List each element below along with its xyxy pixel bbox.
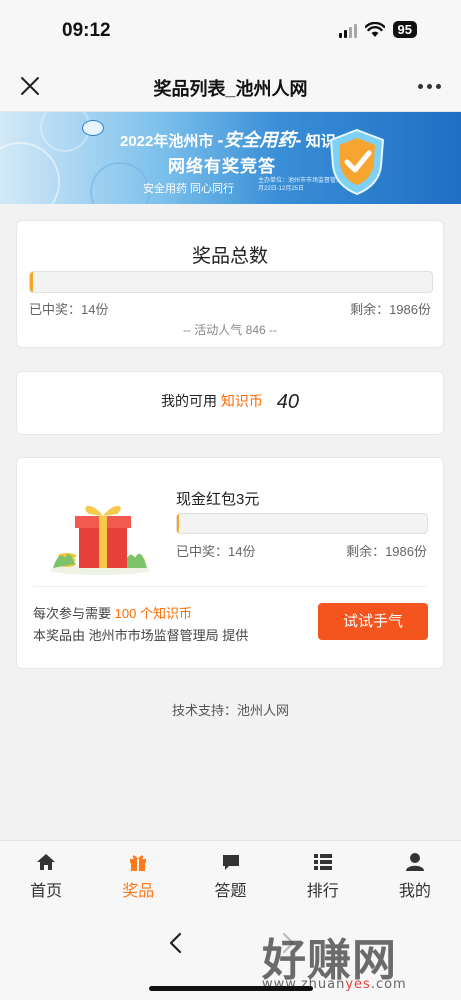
banner-subheadline: 网络有奖竞答 (168, 157, 276, 176)
browser-toolbar: 好赚网 www.zhuanyes.com (0, 910, 461, 1000)
promo-banner[interactable]: 2022年池州市 -安全用药- 知识 网络有奖竞答 安全用药 同心同行 主办单位… (0, 112, 461, 204)
list-icon (313, 854, 332, 870)
coins-card: 我的可用 知识币 40 (16, 371, 444, 435)
coins-label: 我的可用 (160, 393, 217, 409)
nav-bar: 奖品列表_池州人网 (0, 60, 461, 112)
banner-logo-icon (82, 120, 104, 136)
try-luck-button[interactable]: 试试手气 (318, 603, 428, 640)
home-icon (37, 854, 56, 870)
more-icon[interactable] (418, 84, 441, 89)
banner-decoration (0, 142, 60, 204)
activity-popularity: -- 活动人气 846 -- (182, 323, 277, 337)
prize-progress (176, 513, 428, 534)
prize-total-title: 奖品总数 (191, 246, 268, 267)
tab-bar: 首页 奖品 答题 排行 我的 (0, 840, 461, 910)
prize-won-count: 已中奖：14份 (176, 544, 256, 559)
remaining-count: 剩余：1986份 (350, 302, 431, 317)
back-arrow-icon[interactable] (164, 928, 188, 958)
tab-prizes-label: 奖品 (122, 883, 155, 900)
tab-home[interactable]: 首页 (0, 841, 92, 910)
tab-ranking[interactable]: 排行 (277, 841, 369, 910)
prize-progress-fill (177, 514, 179, 533)
coins-unit: 知识币 (220, 393, 263, 409)
prize-remaining-count: 剩余：1986份 (346, 544, 427, 559)
prize-name: 现金红包3元 (176, 491, 260, 508)
tab-prizes[interactable]: 奖品 (92, 841, 184, 910)
divider (33, 586, 427, 587)
provider-line: 本奖品由 池州市市场监督管理局 提供 (33, 628, 249, 643)
tab-mine[interactable]: 我的 (369, 841, 461, 910)
signal-icon (338, 22, 357, 38)
status-icons: 95 (338, 21, 417, 38)
tab-ranking-label: 排行 (306, 883, 339, 900)
prize-total-card: 奖品总数 已中奖：14份 剩余：1986份 -- 活动人气 846 -- (16, 220, 444, 348)
coins-row: 我的可用 知识币 40 (17, 391, 443, 414)
prize-item-card: 现金红包3元 已中奖：14份 剩余：1986份 每次参与需要 100 个知识币 … (16, 457, 444, 669)
gift-box-image (50, 505, 150, 575)
coins-value: 40 (276, 391, 300, 413)
person-icon (405, 853, 424, 871)
shield-check-icon (329, 128, 385, 196)
cost-amount: 100 个知识币 (114, 606, 192, 621)
banner-headline: 2022年池州市 -安全用药- 知识 (120, 130, 336, 150)
page-title: 奖品列表_池州人网 (153, 79, 308, 99)
tab-home-label: 首页 (30, 883, 63, 900)
tab-quiz-label: 答题 (214, 883, 247, 900)
wifi-icon (364, 21, 385, 37)
battery-icon: 95 (392, 21, 417, 38)
cost-line: 每次参与需要 100 个知识币 (33, 606, 192, 621)
gift-icon (130, 855, 147, 871)
banner-slogan: 安全用药 同心同行 (143, 183, 235, 195)
banner-decoration (90, 162, 150, 204)
tab-mine-label: 我的 (398, 883, 431, 900)
status-time: 09:12 (62, 20, 111, 41)
tech-support: 技术支持：池州人网 (171, 703, 289, 718)
prize-total-progress (29, 271, 433, 293)
home-indicator[interactable] (149, 986, 313, 991)
prize-total-progress-fill (30, 272, 34, 292)
won-count: 已中奖：14份 (29, 302, 109, 317)
status-bar: 09:12 95 (0, 0, 461, 60)
chat-icon (222, 855, 239, 870)
tab-quiz[interactable]: 答题 (184, 841, 276, 910)
